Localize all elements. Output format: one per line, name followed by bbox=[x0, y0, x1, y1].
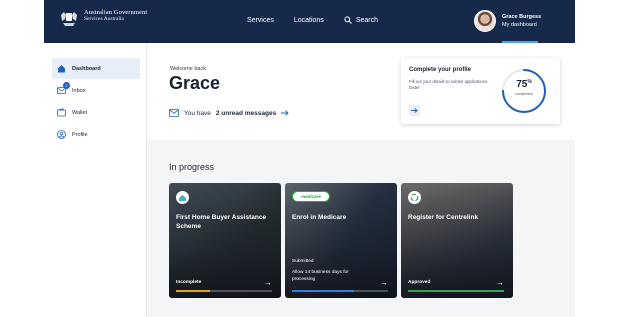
profile-card-title: Complete your profile bbox=[409, 67, 472, 73]
sidebar-item-label: Wallet bbox=[72, 109, 88, 116]
medicare-logo-icon: medicare bbox=[292, 191, 330, 202]
page-title: Grace bbox=[169, 73, 221, 93]
nav-locations[interactable]: Locations bbox=[294, 17, 324, 24]
main-nav: Services Locations Search bbox=[247, 16, 378, 24]
card-status: Approved bbox=[408, 280, 431, 285]
logo-line-1: Australian Government bbox=[84, 9, 148, 16]
page: Australian Government Services Australia… bbox=[0, 0, 618, 317]
card-progress-track bbox=[292, 290, 388, 292]
user-menu[interactable]: Grace Burgess My dashboard bbox=[474, 10, 541, 32]
sidebar-item-wallet[interactable]: Wallet bbox=[52, 102, 140, 123]
card-title: Register for Centrelink bbox=[408, 214, 479, 221]
mail-icon bbox=[169, 109, 179, 117]
gov-logo[interactable]: Australian Government Services Australia bbox=[58, 9, 147, 29]
complete-profile-card[interactable]: Complete your profile Fill out your deta… bbox=[401, 58, 560, 124]
home-icon bbox=[58, 65, 65, 73]
profile-percent-label: completed bbox=[515, 92, 533, 96]
in-progress-section: In progress First Home Buyer Assistance … bbox=[147, 140, 575, 317]
coat-of-arms-icon bbox=[61, 12, 77, 26]
card-progress-fill bbox=[292, 290, 355, 292]
fhba-logo-icon bbox=[176, 191, 189, 204]
search-icon bbox=[344, 16, 352, 24]
nav-search[interactable]: Search bbox=[344, 16, 378, 24]
my-dashboard-link[interactable]: My dashboard bbox=[502, 21, 541, 29]
wallet-icon bbox=[57, 108, 66, 117]
user-name: Grace Burgess bbox=[502, 14, 542, 20]
profile-percent-value: 75 bbox=[516, 79, 528, 90]
profile-percent: 75% bbox=[500, 79, 548, 90]
profile-card-arrow-button[interactable] bbox=[409, 105, 420, 116]
nav-search-label: Search bbox=[355, 16, 378, 24]
profile-card-desc: Fill out your details to submit applicat… bbox=[409, 79, 488, 90]
logo-line-2: Services Australia bbox=[84, 16, 124, 22]
arrow-right-icon bbox=[281, 110, 289, 116]
sidebar-item-dashboard[interactable]: Dashboard bbox=[52, 58, 140, 79]
centrelink-logo-icon bbox=[408, 191, 421, 204]
welcome-text: Welcome back bbox=[170, 66, 206, 72]
unread-count: 2 unread messages bbox=[215, 109, 277, 117]
sidebar-item-label: Dashboard bbox=[72, 65, 101, 72]
card-title: First Home Buyer Assistance Scheme bbox=[176, 214, 267, 230]
user-icon bbox=[57, 130, 66, 139]
avatar bbox=[474, 10, 496, 32]
card-sub-status: Submitted bbox=[292, 259, 314, 264]
arrow-right-icon bbox=[411, 108, 418, 113]
profile-percent-sign: % bbox=[527, 79, 532, 85]
mail-icon-wrap: 2 bbox=[57, 82, 70, 95]
arrow-right-icon[interactable]: → bbox=[264, 278, 272, 287]
card-sub-desc: Allow 14 business days for processing bbox=[292, 270, 349, 282]
card-title: Enrol in Medicare bbox=[292, 214, 347, 221]
nav-services[interactable]: Services bbox=[247, 17, 274, 24]
card-first-home-buyer[interactable]: First Home Buyer Assistance Scheme Incom… bbox=[169, 183, 281, 298]
card-status: Incomplete bbox=[176, 280, 202, 285]
card-progress-fill bbox=[408, 290, 504, 292]
arrow-right-icon[interactable]: → bbox=[380, 278, 388, 287]
sidebar-item-inbox[interactable]: 2 Inbox bbox=[52, 80, 140, 101]
profile-progress-ring bbox=[502, 69, 546, 113]
section-title: In progress bbox=[169, 162, 215, 172]
left-gutter bbox=[0, 0, 44, 317]
right-gutter bbox=[575, 0, 618, 317]
card-register-centrelink[interactable]: Register for Centrelink Approved → bbox=[401, 183, 513, 298]
sidebar: Dashboard 2 Inbox Wallet Profile bbox=[44, 43, 147, 317]
card-progress-fill bbox=[176, 290, 210, 292]
top-header: Australian Government Services Australia… bbox=[44, 0, 575, 43]
sidebar-item-label: Profile bbox=[72, 131, 88, 138]
arrow-right-icon[interactable]: → bbox=[496, 278, 504, 287]
welcome-section: Welcome back Grace You have 2 unread mes… bbox=[147, 43, 575, 140]
card-progress-track bbox=[408, 290, 504, 292]
medicare-chip-text: medicare bbox=[301, 194, 321, 199]
unread-messages-link[interactable]: You have 2 unread messages bbox=[169, 109, 289, 117]
sidebar-item-profile[interactable]: Profile bbox=[52, 124, 140, 145]
sidebar-item-label: Inbox bbox=[72, 87, 86, 94]
unread-prefix: You have bbox=[184, 109, 211, 117]
card-progress-track bbox=[176, 290, 272, 292]
card-enrol-medicare[interactable]: medicare Enrol in Medicare Submitted All… bbox=[285, 183, 397, 298]
inbox-badge: 2 bbox=[63, 82, 70, 89]
